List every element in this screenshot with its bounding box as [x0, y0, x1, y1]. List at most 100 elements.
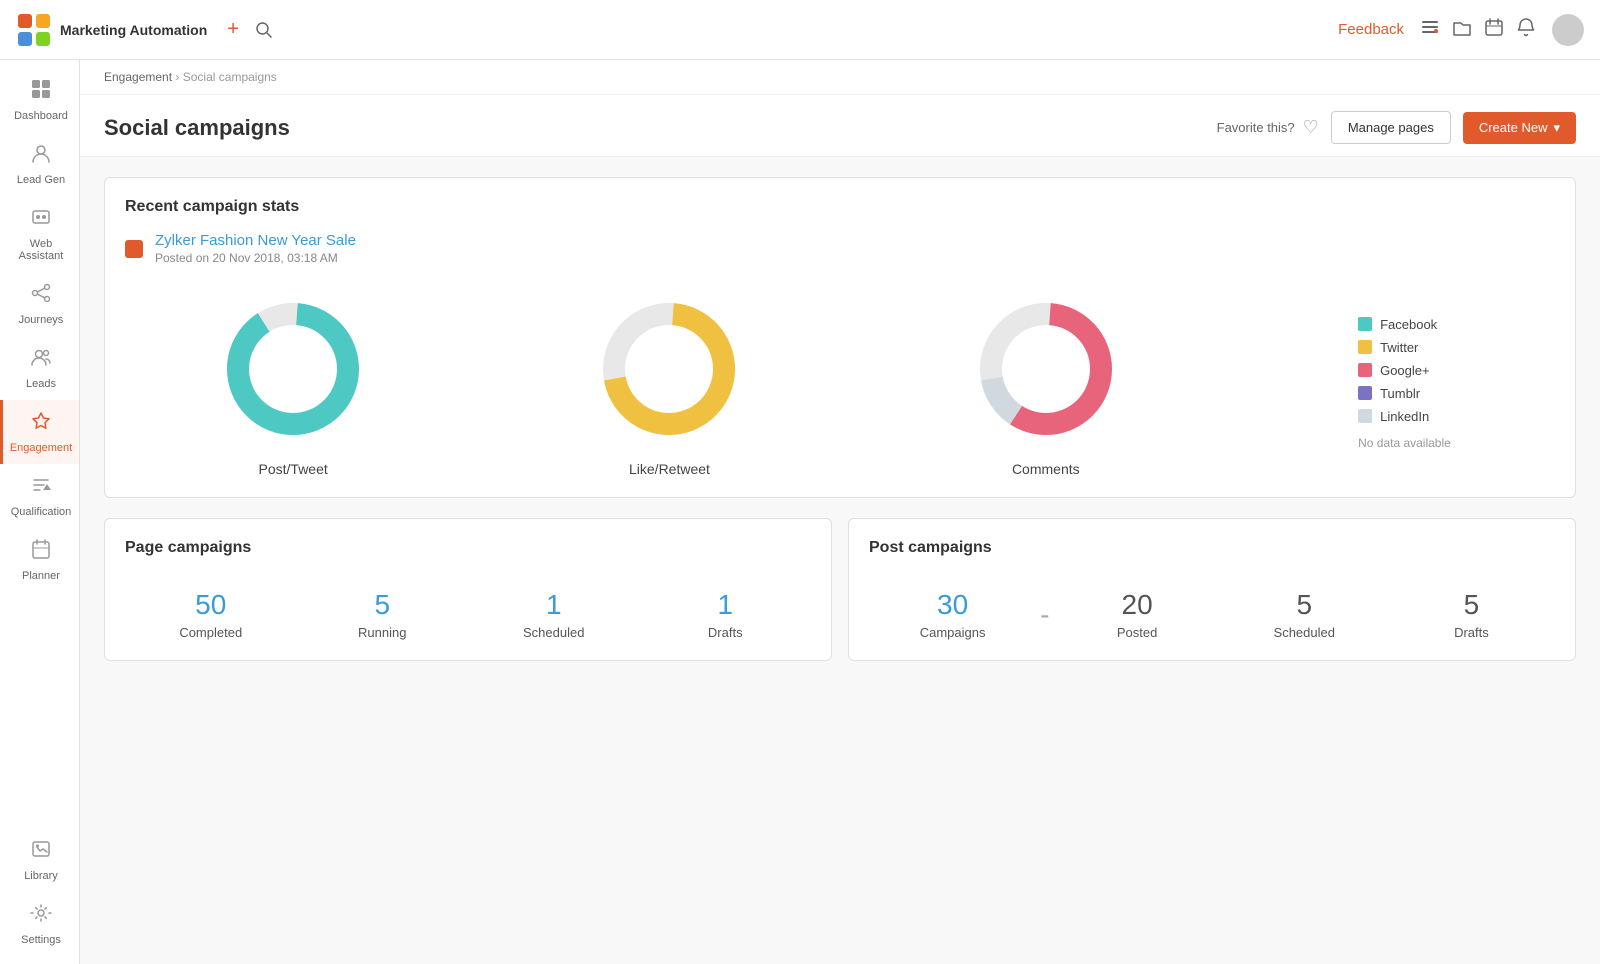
sidebar-item-web-assistant[interactable]: Web Assistant: [0, 196, 79, 272]
breadcrumb-parent[interactable]: Engagement: [104, 70, 172, 84]
post-campaigns-card: Post campaigns 30 Campaigns - 20 Posted …: [848, 518, 1576, 661]
journeys-icon: [30, 282, 52, 310]
web-assistant-icon: [30, 206, 52, 234]
sidebar-item-journeys[interactable]: Journeys: [0, 272, 79, 336]
bell-icon[interactable]: [1516, 17, 1536, 42]
sidebar-label-library: Library: [24, 870, 58, 882]
sidebar-item-settings[interactable]: Settings: [0, 892, 79, 956]
campaign-color-block: [125, 240, 143, 258]
comments-chart: Comments: [966, 289, 1126, 477]
search-button[interactable]: [251, 17, 277, 43]
qualification-icon: [30, 474, 52, 502]
legend-color-facebook: [1358, 317, 1372, 331]
post-stat-campaigns: 30 Campaigns: [869, 589, 1036, 640]
user-avatar[interactable]: [1552, 14, 1584, 46]
stat-scheduled-label: Scheduled: [468, 625, 640, 640]
charts-row: Post/Tweet Like/Retweet: [125, 289, 1555, 477]
page-header-right: Favorite this? ♡ Manage pages Create New…: [1217, 111, 1576, 144]
like-retweet-label: Like/Retweet: [629, 461, 710, 477]
post-stat-campaigns-label: Campaigns: [869, 625, 1036, 640]
calendar-icon[interactable]: [1484, 17, 1504, 42]
post-campaigns-title: Post campaigns: [869, 539, 1555, 557]
legend-label-linkedin: LinkedIn: [1380, 409, 1429, 424]
favorite-label: Favorite this?: [1217, 120, 1295, 135]
create-new-button[interactable]: Create New ▾: [1463, 112, 1576, 144]
sidebar-label-journeys: Journeys: [19, 314, 64, 326]
engagement-icon: [30, 410, 52, 438]
legend-item-twitter: Twitter: [1358, 340, 1451, 355]
page-campaigns-card: Page campaigns 50 Completed 5 Running 1: [104, 518, 832, 661]
sidebar-item-engagement[interactable]: Engagement: [0, 400, 79, 464]
stat-scheduled: 1 Scheduled: [468, 589, 640, 640]
stat-scheduled-value: 1: [468, 589, 640, 621]
legend-label-tumblr: Tumblr: [1380, 386, 1420, 401]
campaign-meta: Zylker Fashion New Year Sale Posted on 2…: [155, 232, 356, 265]
no-data-label: No data available: [1358, 436, 1451, 450]
legend-item-facebook: Facebook: [1358, 317, 1451, 332]
list-icon[interactable]: [1420, 17, 1440, 42]
sidebar-label-engagement: Engagement: [10, 442, 72, 454]
sidebar-label-planner: Planner: [22, 570, 60, 582]
post-stat-posted-label: Posted: [1054, 625, 1221, 640]
folder-icon[interactable]: [1452, 17, 1472, 42]
stat-completed: 50 Completed: [125, 589, 297, 640]
topbar-actions: +: [223, 14, 277, 45]
post-campaigns-stats: 30 Campaigns - 20 Posted 5 Scheduled: [869, 589, 1555, 640]
post-stat-drafts: 5 Drafts: [1388, 589, 1555, 640]
breadcrumb: Engagement › Social campaigns: [80, 60, 1600, 95]
sidebar-item-dashboard[interactable]: Dashboard: [0, 68, 79, 132]
settings-icon: [30, 902, 52, 930]
stat-drafts-value: 1: [640, 589, 812, 621]
page-campaigns-stats: 50 Completed 5 Running 1 Scheduled 1: [125, 589, 811, 640]
logo: Marketing Automation: [16, 12, 207, 48]
page-campaigns-title: Page campaigns: [125, 539, 811, 557]
post-tweet-chart: Post/Tweet: [213, 289, 373, 477]
lead-gen-icon: [30, 142, 52, 170]
heart-icon[interactable]: ♡: [1303, 117, 1319, 138]
like-retweet-donut: [589, 289, 749, 449]
sidebar-item-lead-gen[interactable]: Lead Gen: [0, 132, 79, 196]
legend-label-facebook: Facebook: [1380, 317, 1437, 332]
layout: Dashboard Lead Gen Web Assistant Journey…: [0, 60, 1600, 964]
sidebar-item-qualification[interactable]: Qualification: [0, 464, 79, 528]
topbar: Marketing Automation + Feedback: [0, 0, 1600, 60]
sidebar-label-leads: Leads: [26, 378, 56, 390]
post-tweet-label: Post/Tweet: [259, 461, 328, 477]
legend-color-googleplus: [1358, 363, 1372, 377]
post-stat-posted: 20 Posted: [1054, 589, 1221, 640]
topbar-right: Feedback: [1338, 14, 1584, 46]
campaign-date: Posted on 20 Nov 2018, 03:18 AM: [155, 251, 356, 265]
library-icon: [30, 838, 52, 866]
favorite-section: Favorite this? ♡: [1217, 117, 1319, 138]
post-stat-scheduled-label: Scheduled: [1221, 625, 1388, 640]
leads-icon: [30, 346, 52, 374]
content: Recent campaign stats Zylker Fashion New…: [80, 157, 1600, 681]
planner-icon: [30, 538, 52, 566]
legend-label-googleplus: Google+: [1380, 363, 1430, 378]
post-stat-scheduled-value: 5: [1221, 589, 1388, 621]
topbar-right-icons: [1420, 17, 1536, 42]
sidebar-item-library[interactable]: Library: [0, 828, 79, 892]
stat-drafts: 1 Drafts: [640, 589, 812, 640]
campaign-name[interactable]: Zylker Fashion New Year Sale: [155, 232, 356, 249]
breadcrumb-current: Social campaigns: [183, 70, 277, 84]
feedback-link[interactable]: Feedback: [1338, 21, 1404, 38]
add-button[interactable]: +: [223, 14, 243, 45]
dropdown-arrow-icon: ▾: [1553, 120, 1560, 136]
stat-running-value: 5: [297, 589, 469, 621]
sidebar-item-planner[interactable]: Planner: [0, 528, 79, 592]
recent-campaign-stats-card: Recent campaign stats Zylker Fashion New…: [104, 177, 1576, 498]
sidebar-label-lead-gen: Lead Gen: [17, 174, 65, 186]
zoho-logo-icon: [16, 12, 52, 48]
logo-text: Marketing Automation: [60, 22, 207, 38]
manage-pages-button[interactable]: Manage pages: [1331, 111, 1451, 144]
post-stat-divider: -: [1036, 589, 1053, 640]
main-content: Engagement › Social campaigns Social cam…: [80, 60, 1600, 964]
recent-stats-title: Recent campaign stats: [125, 198, 1555, 216]
legend-item-googleplus: Google+: [1358, 363, 1451, 378]
chart-legend: Facebook Twitter Google+ Tumblr: [1342, 309, 1467, 458]
legend-item-linkedin: LinkedIn: [1358, 409, 1451, 424]
post-stat-drafts-label: Drafts: [1388, 625, 1555, 640]
create-new-label: Create New: [1479, 120, 1548, 135]
sidebar-item-leads[interactable]: Leads: [0, 336, 79, 400]
